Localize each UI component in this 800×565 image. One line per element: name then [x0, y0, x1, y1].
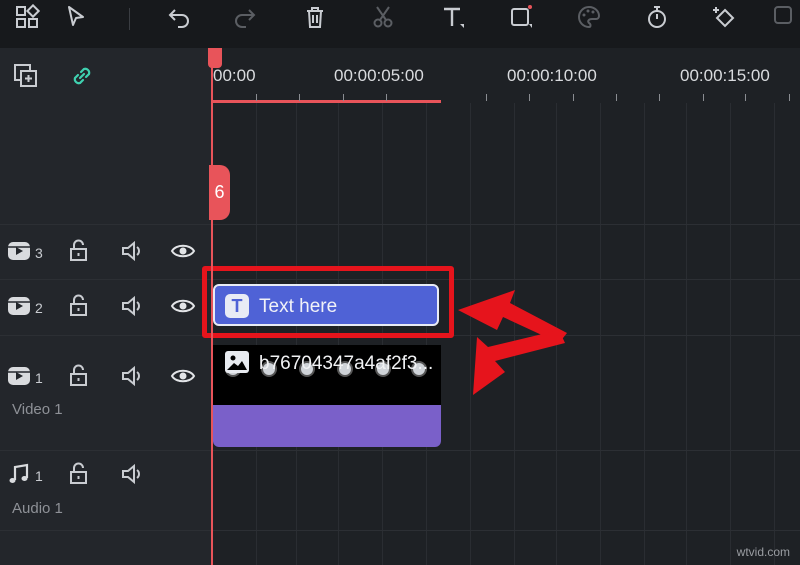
audio-waveform: [213, 405, 441, 447]
eye-icon[interactable]: [170, 238, 196, 264]
ruler-label: 00:00:10:00: [507, 66, 597, 85]
toolbar-separator: [129, 8, 130, 30]
track-number: 1: [35, 370, 43, 386]
lock-icon[interactable]: [66, 238, 92, 264]
track-number: 1: [35, 468, 43, 484]
watermark: wtvid.com: [736, 545, 790, 559]
track-number: 2: [35, 300, 43, 316]
ruler-label: 00:00:15:00: [680, 66, 770, 85]
ruler-tick: [745, 94, 746, 101]
highlight-box: [202, 266, 454, 338]
music-note-icon: [6, 461, 32, 487]
more-icon[interactable]: [770, 2, 800, 32]
video-track-icon: [6, 363, 32, 389]
text-icon[interactable]: [438, 2, 468, 32]
ruler-tick: [256, 94, 257, 101]
cut-icon[interactable]: [368, 2, 398, 32]
playhead-line[interactable]: [211, 48, 213, 565]
ruler-tick: [616, 94, 617, 101]
grid-line: [644, 103, 645, 565]
speaker-icon[interactable]: [120, 363, 146, 389]
grid-line: [600, 103, 601, 565]
grid-icon[interactable]: [12, 2, 42, 32]
redo-icon[interactable]: [230, 2, 260, 32]
lock-icon[interactable]: [66, 363, 92, 389]
lock-icon[interactable]: [66, 293, 92, 319]
annotation-arrows: [458, 290, 567, 395]
video-clip-label: b76704347a4af2f3...: [259, 353, 434, 374]
ruler-tick: [386, 94, 387, 101]
ruler-tick: [573, 94, 574, 101]
ruler-label: 00:00:05:00: [334, 66, 424, 85]
playhead-marker[interactable]: [208, 48, 222, 68]
ruler-tick: [529, 94, 530, 101]
speaker-icon[interactable]: [120, 293, 146, 319]
color-icon[interactable]: [574, 2, 604, 32]
grid-line: [686, 103, 687, 565]
undo-icon[interactable]: [164, 2, 194, 32]
track-divider: [0, 530, 800, 531]
playhead-handle[interactable]: 6: [209, 165, 230, 220]
video-clip[interactable]: b76704347a4af2f3...: [213, 345, 441, 447]
keyframe-icon[interactable]: [710, 2, 740, 32]
grid-line: [730, 103, 731, 565]
timer-icon[interactable]: [642, 2, 672, 32]
grid-line: [774, 103, 775, 565]
link-icon[interactable]: [68, 62, 96, 90]
speaker-icon[interactable]: [120, 238, 146, 264]
lock-icon[interactable]: [66, 461, 92, 487]
video-track-icon: [6, 238, 32, 264]
crop-icon[interactable]: [506, 2, 536, 32]
ruler-tick: [486, 94, 487, 101]
video-track-icon: [6, 293, 32, 319]
delete-icon[interactable]: [300, 2, 330, 32]
top-toolbar: [0, 0, 800, 48]
image-icon: [225, 351, 249, 373]
ruler-tick: [703, 94, 704, 101]
eye-icon[interactable]: [170, 293, 196, 319]
ruler-tick: [789, 94, 790, 101]
ruler-label: 00:00: [213, 66, 256, 85]
ruler-tick: [343, 94, 344, 101]
select-arrow-icon[interactable]: [62, 2, 92, 32]
track-divider: [0, 450, 800, 451]
track-name: Video 1: [12, 401, 63, 418]
track-divider: [0, 224, 800, 225]
ruler-tick: [659, 94, 660, 101]
speaker-icon[interactable]: [120, 461, 146, 487]
ruler-tick: [299, 94, 300, 101]
track-name: Audio 1: [12, 500, 63, 517]
track-number: 3: [35, 245, 43, 261]
ruler-progress: [211, 100, 441, 103]
add-track-icon[interactable]: [12, 62, 40, 90]
eye-icon[interactable]: [170, 363, 196, 389]
